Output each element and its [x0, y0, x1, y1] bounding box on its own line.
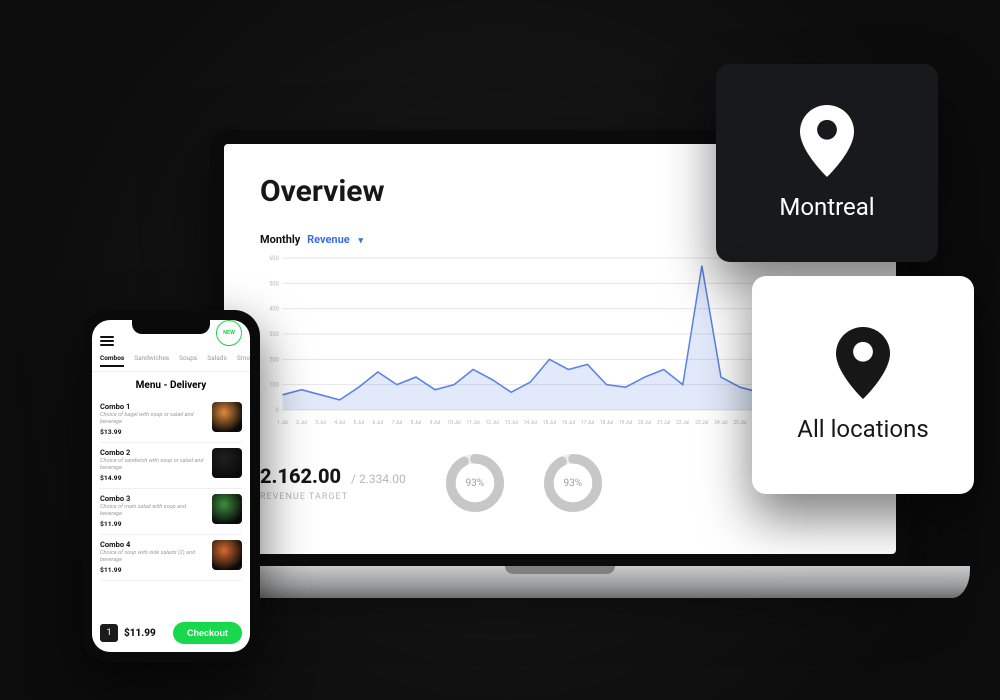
svg-text:11 Jul: 11 Jul — [467, 420, 480, 426]
svg-text:7 Jul: 7 Jul — [392, 420, 403, 426]
kpi-value: 2.162.00 — [260, 464, 341, 488]
chart-label-static: Monthly — [260, 233, 300, 246]
new-badge[interactable]: NEW — [216, 320, 242, 346]
svg-text:8 Jul: 8 Jul — [411, 420, 422, 426]
menu-item-thumb — [212, 402, 242, 432]
menu-item-desc: Choice of sandwich with soup or salad an… — [100, 458, 206, 472]
cart-qty[interactable]: 1 — [100, 624, 118, 642]
svg-text:22 Jul: 22 Jul — [676, 420, 689, 426]
menu-item[interactable]: Combo 1Choice of bagel with soup or sala… — [100, 397, 242, 443]
location-pin-icon — [835, 327, 891, 399]
category-tabs: Combos Sandwiches Soups Salads Smoothies — [92, 348, 250, 372]
location-pin-icon — [799, 105, 855, 177]
svg-text:500: 500 — [269, 281, 278, 287]
svg-text:9 Jul: 9 Jul — [430, 420, 441, 426]
location-label: All locations — [797, 415, 928, 443]
menu-item-thumb — [212, 494, 242, 524]
svg-text:24 Jul: 24 Jul — [714, 420, 727, 426]
laptop-base — [150, 566, 970, 598]
hamburger-icon[interactable] — [100, 336, 114, 346]
svg-text:18 Jul: 18 Jul — [600, 420, 613, 426]
gauge-1-value: 93% — [446, 454, 504, 512]
svg-text:0: 0 — [276, 408, 279, 414]
svg-text:16 Jul: 16 Jul — [562, 420, 575, 426]
menu-item-desc: Choice of bagel with soup or salad and b… — [100, 412, 206, 426]
svg-text:5 Jul: 5 Jul — [353, 420, 364, 426]
tab-combos[interactable]: Combos — [100, 354, 124, 367]
menu-item-name: Combo 4 — [100, 540, 206, 549]
tab-salads[interactable]: Salads — [207, 354, 227, 367]
menu-item-price: $11.99 — [100, 566, 206, 574]
gauge-2-value: 93% — [544, 454, 602, 512]
kpi-label: REVENUE TARGET — [260, 492, 406, 502]
menu-item-price: $14.99 — [100, 474, 206, 482]
svg-text:2 Jul: 2 Jul — [296, 420, 307, 426]
location-label: Montreal — [779, 193, 874, 221]
svg-text:300: 300 — [269, 332, 278, 338]
gauge-1: 93% — [446, 454, 504, 512]
svg-text:100: 100 — [269, 383, 278, 389]
tab-smoothies[interactable]: Smoothies — [237, 354, 250, 367]
svg-text:3 Jul: 3 Jul — [315, 420, 326, 426]
svg-text:4 Jul: 4 Jul — [334, 420, 345, 426]
svg-text:400: 400 — [269, 307, 278, 313]
menu-item-name: Combo 3 — [100, 494, 206, 503]
menu-item-price: $13.99 — [100, 428, 206, 436]
gauge-2: 93% — [544, 454, 602, 512]
checkout-button[interactable]: Checkout — [173, 622, 242, 644]
menu-item-name: Combo 2 — [100, 448, 206, 457]
svg-text:25 Jul: 25 Jul — [733, 420, 746, 426]
svg-text:19 Jul: 19 Jul — [619, 420, 632, 426]
menu-item-price: $11.99 — [100, 520, 206, 528]
svg-text:23 Jul: 23 Jul — [695, 420, 708, 426]
phone-notch — [132, 320, 210, 334]
svg-text:200: 200 — [269, 357, 278, 363]
menu-item[interactable]: Combo 4Choice of soup with side salads (… — [100, 535, 242, 581]
svg-text:10 Jul: 10 Jul — [447, 420, 460, 426]
tab-soups[interactable]: Soups — [179, 354, 197, 367]
svg-text:21 Jul: 21 Jul — [657, 420, 670, 426]
laptop-hinge-notch — [505, 566, 615, 574]
location-card-montreal[interactable]: Montreal — [716, 64, 938, 262]
svg-text:14 Jul: 14 Jul — [524, 420, 537, 426]
menu-item[interactable]: Combo 2Choice of sandwich with soup or s… — [100, 443, 242, 489]
chart-label-link[interactable]: Revenue — [307, 233, 350, 246]
kpi-target: / 2.334.00 — [351, 472, 406, 486]
menu-item-desc: Choice of main salad with soup and bever… — [100, 504, 206, 518]
svg-text:12 Jul: 12 Jul — [486, 420, 499, 426]
tab-sandwiches[interactable]: Sandwiches — [134, 354, 169, 367]
svg-text:1 Jul: 1 Jul — [277, 420, 288, 426]
svg-text:6 Jul: 6 Jul — [373, 420, 384, 426]
menu-title: Menu - Delivery — [92, 372, 250, 397]
revenue-target-kpi: 2.162.00 / 2.334.00 REVENUE TARGET — [260, 464, 406, 502]
svg-text:17 Jul: 17 Jul — [581, 420, 594, 426]
phone-screen: NEW Combos Sandwiches Soups Salads Smoothies… — [92, 320, 250, 652]
menu-item-name: Combo 1 — [100, 402, 206, 411]
menu-item[interactable]: Combo 3Choice of main salad with soup an… — [100, 489, 242, 535]
cart-price: $11.99 — [124, 628, 167, 639]
cart-bar: 1 $11.99 Checkout — [100, 622, 242, 644]
chevron-down-icon: ▾ — [358, 236, 363, 246]
svg-text:20 Jul: 20 Jul — [638, 420, 651, 426]
menu-item-thumb — [212, 448, 242, 478]
svg-text:15 Jul: 15 Jul — [543, 420, 556, 426]
menu-item-desc: Choice of soup with side salads (2) and … — [100, 550, 206, 564]
svg-text:13 Jul: 13 Jul — [505, 420, 518, 426]
menu-item-thumb — [212, 540, 242, 570]
svg-text:600: 600 — [269, 256, 278, 262]
menu-list: Combo 1Choice of bagel with soup or sala… — [92, 397, 250, 581]
phone-frame: NEW Combos Sandwiches Soups Salads Smoothies… — [82, 310, 260, 662]
location-card-all[interactable]: All locations — [752, 276, 974, 494]
